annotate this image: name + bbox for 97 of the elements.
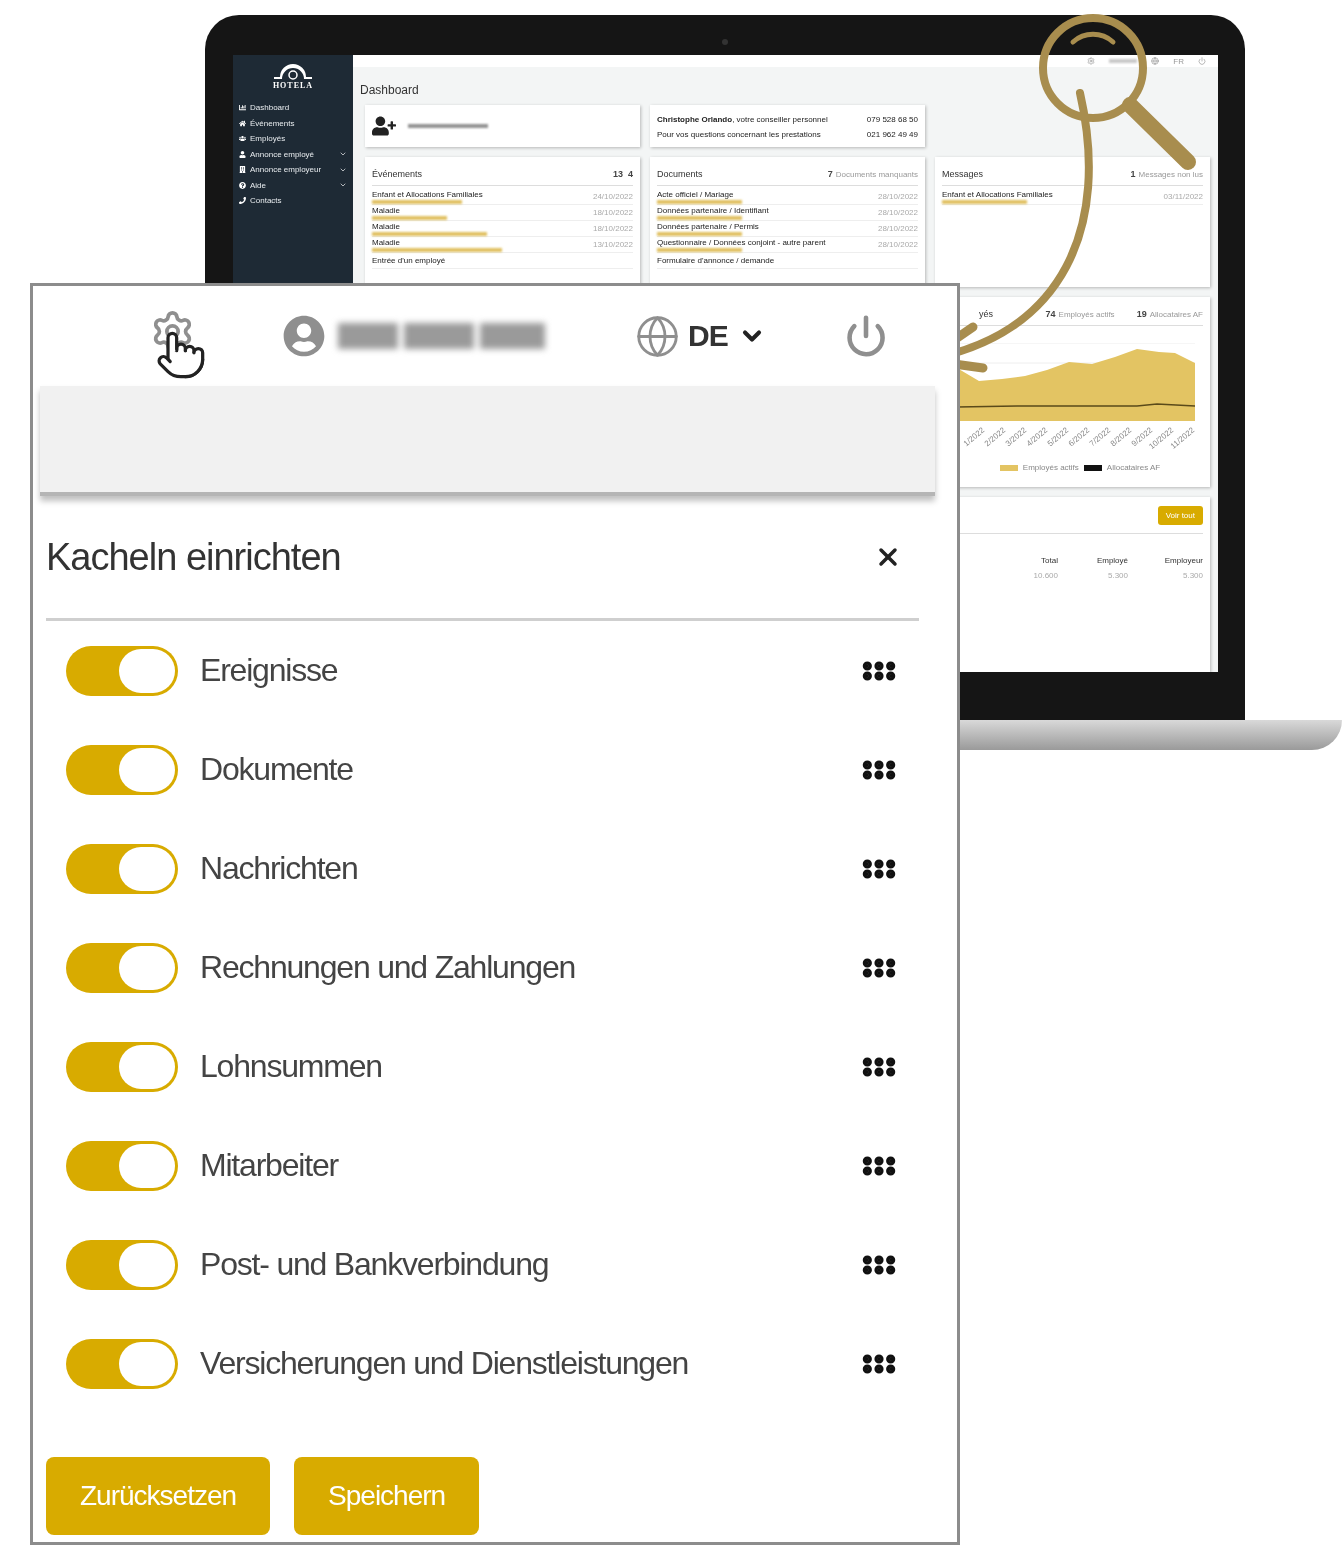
card-title: Messages <box>942 169 984 179</box>
stat-label: Allocataires AF <box>1149 310 1203 319</box>
toggle-switch[interactable] <box>66 1239 178 1290</box>
phone-icon <box>239 197 246 205</box>
help-icon <box>239 181 246 189</box>
legend-label: Allocataires AF <box>1106 463 1161 472</box>
item-date: 13/10/2022 <box>592 240 633 249</box>
item-date: 03/11/2022 <box>1163 192 1203 201</box>
card-title: Documents <box>657 169 703 179</box>
card-title: Événements <box>372 169 423 179</box>
item-title: Maladie <box>372 237 401 247</box>
toggle-switch[interactable] <box>66 744 178 795</box>
tile-label: Ereignisse <box>200 652 339 689</box>
item-date: 18/10/2022 <box>592 224 633 233</box>
item-date: 28/10/2022 <box>877 192 918 201</box>
item-title: Données partenaire / Permis <box>657 221 759 231</box>
list-item[interactable]: Données partenaire / Permis 28/10/2022 <box>657 221 918 237</box>
stat-value: 74 <box>1045 309 1056 319</box>
home-icon <box>239 119 246 127</box>
toggle-switch[interactable] <box>66 1338 178 1389</box>
tile-label: Nachrichten <box>200 850 359 887</box>
table-cell-text: 5.300 <box>1106 571 1128 580</box>
item-date: 28/10/2022 <box>877 208 918 217</box>
list-item[interactable]: Enfant et Allocations Familiales 24/10/2022 <box>372 189 633 205</box>
card-title: yés <box>979 309 993 319</box>
tile-label: Versicherungen und Dienstleistungen <box>200 1345 690 1382</box>
panel-title: Kacheln einrichten <box>46 535 341 579</box>
column-header: Employé <box>1095 556 1128 565</box>
list-item[interactable]: Entrée d'un employé <box>372 253 633 269</box>
page-title: Dashboard <box>360 83 420 97</box>
list-item[interactable]: Données partenaire / Identifiant 28/10/2022 <box>657 205 918 221</box>
toggle-switch[interactable] <box>66 1140 178 1191</box>
item-date: 24/10/2022 <box>592 192 633 201</box>
power-icon[interactable] <box>1198 57 1206 65</box>
list-item[interactable]: Formulaire d'annonce / demande <box>657 253 918 269</box>
item-date: 18/10/2022 <box>592 208 633 217</box>
count-label: Documents manquants <box>835 170 918 179</box>
phone-number: 021 962 49 49 <box>866 130 918 139</box>
item-title: Maladie <box>372 205 401 215</box>
blurred-name <box>1109 59 1138 63</box>
list-item[interactable]: Acte officiel / Mariage 28/10/2022 <box>657 189 918 205</box>
stat-label: Employés actifs <box>1058 310 1115 319</box>
globe-icon[interactable] <box>1151 57 1160 65</box>
list-item[interactable]: Maladie 13/10/2022 <box>372 237 633 253</box>
tile-label: Rechnungen und Zahlungen <box>200 949 577 986</box>
item-title: Formulaire d'annonce / demande <box>657 256 775 265</box>
user-plus-icon[interactable] <box>372 114 396 138</box>
sidebar-item[interactable]: Employés <box>239 131 347 147</box>
item-date: 28/10/2022 <box>877 240 918 249</box>
sidebar-item[interactable]: Annonce employé <box>239 146 347 162</box>
users-icon <box>239 135 246 143</box>
sidebar-item[interactable]: Annonce employeur <box>239 162 347 178</box>
user-icon <box>239 150 246 158</box>
toggle-switch[interactable] <box>66 942 178 993</box>
chart-icon <box>239 104 246 112</box>
list-item[interactable]: Enfant et Allocations Familiales 03/11/2022 <box>942 189 1203 205</box>
count: 13 <box>612 169 623 179</box>
count: 7 <box>827 169 833 179</box>
item-title: Entrée d'un employé <box>372 256 446 265</box>
list-item[interactable]: Questionnaire / Données conjoint - autre parent 28/10/2022 <box>657 237 918 253</box>
toggle-switch[interactable] <box>66 645 178 696</box>
tile-label: Lohnsummen <box>200 1048 383 1085</box>
sidebar-item[interactable]: Aide <box>239 177 347 193</box>
list-item[interactable]: Maladie 18/10/2022 <box>372 205 633 221</box>
legend-label: Employés actifs <box>1022 463 1079 472</box>
globe-icon[interactable] <box>635 313 680 359</box>
avatar-icon[interactable] <box>283 315 325 357</box>
count-label: Messages non lus <box>1138 170 1203 179</box>
sidebar-item[interactable]: Contacts <box>239 193 347 209</box>
item-title: Acte officiel / Mariage <box>657 189 735 199</box>
count: 1 <box>1130 169 1136 179</box>
building-icon <box>239 166 246 174</box>
tile-label: Post- und Bankverbindung <box>200 1246 550 1283</box>
column-header: Total <box>1040 556 1058 565</box>
item-title: Enfant et Allocations Familiales <box>372 189 483 199</box>
column-header: Employeur <box>1163 556 1203 565</box>
item-title: Maladie <box>372 221 401 231</box>
item-date: 28/10/2022 <box>877 224 918 233</box>
toggle-switch[interactable] <box>66 1041 178 1092</box>
sidebar-item[interactable]: Dashboard <box>239 100 347 116</box>
stat-value: 19 <box>1136 309 1147 319</box>
tile-label: Dokumente <box>200 751 354 788</box>
phone-number: 079 528 68 50 <box>866 115 918 124</box>
language-selector[interactable]: DE <box>688 319 728 353</box>
table-cell-text: 10.600 <box>1032 571 1058 580</box>
item-title: Enfant et Allocations Familiales <box>942 189 1053 199</box>
sidebar-item[interactable]: Événements <box>239 115 347 131</box>
item-title: Questionnaire / Données conjoint - autre parent <box>657 237 826 247</box>
toggle-switch[interactable] <box>66 843 178 894</box>
item-title: Données partenaire / Identifiant <box>657 205 769 215</box>
advisor-text: Christophe Orlando, votre conseiller personnel <box>657 115 828 124</box>
list-item[interactable]: Maladie 18/10/2022 <box>372 221 633 237</box>
logo-text: HOTELA <box>272 81 314 90</box>
table-cell-text: 5.300 <box>1181 571 1203 580</box>
advisor-note: Pour vos questions concernant les prestations <box>657 130 821 139</box>
count: 4 <box>628 169 633 179</box>
tile-label: Mitarbeiter <box>200 1147 340 1184</box>
